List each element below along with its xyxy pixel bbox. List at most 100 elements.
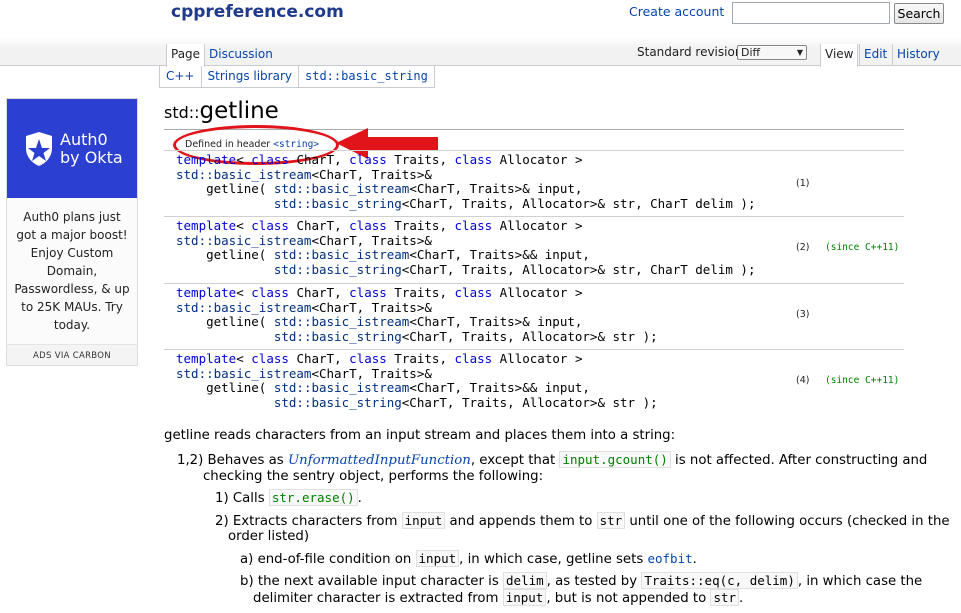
code-str: str xyxy=(596,512,626,529)
code-traits-eq: Traits::eq(c, delim) xyxy=(641,572,798,589)
breadcrumb-item-basic-string[interactable]: std::basic_string xyxy=(299,66,435,88)
tab-history[interactable]: History xyxy=(892,44,944,66)
standard-revision-label: Standard revision: xyxy=(637,45,747,59)
type-link[interactable]: std::basic_istream xyxy=(274,181,409,196)
keyword: template xyxy=(176,218,237,233)
declaration-2: template< class CharT, class Traits, cla… xyxy=(164,216,904,283)
breadcrumb-item-cpp[interactable]: C++ xyxy=(159,66,202,88)
tab-page[interactable]: Page xyxy=(166,44,206,67)
type-link[interactable]: std::basic_string xyxy=(274,262,402,277)
ad-footer[interactable]: ADS VIA CARBON xyxy=(7,344,137,365)
keyword: class xyxy=(349,218,387,233)
keyword: template xyxy=(176,285,237,300)
ad-brand-line2: by Okta xyxy=(60,148,123,167)
type-link[interactable]: std::basic_istream xyxy=(274,314,409,329)
keyword: class xyxy=(251,152,289,167)
title-name: getline xyxy=(199,98,279,124)
description-sb-line2: delimiter character is extracted from in… xyxy=(253,589,744,606)
ad-text[interactable]: Auth0 plans just got a major boost! Enjo… xyxy=(7,198,137,334)
type-link[interactable]: std::basic_istream xyxy=(176,233,311,248)
description-sa: a) end-of-file condition on input, in wh… xyxy=(240,550,697,567)
keyword: class xyxy=(251,351,289,366)
site-logo[interactable]: cppreference.com xyxy=(171,2,344,22)
code-text: CharT, xyxy=(288,152,350,167)
code-text: <CharT, Traits>&& input, xyxy=(409,247,590,263)
code-input: input xyxy=(401,512,446,529)
code-text: Allocator > xyxy=(492,218,583,233)
create-account-link[interactable]: Create account xyxy=(629,4,724,19)
tab-view[interactable]: View xyxy=(820,44,859,67)
tab-discussion[interactable]: Discussion xyxy=(204,44,277,66)
code-text: Allocator > xyxy=(492,152,583,167)
search-input[interactable] xyxy=(732,2,890,24)
breadcrumb: C++ Strings library std::basic_string xyxy=(159,66,435,88)
overload-number: (1) xyxy=(796,178,810,189)
keyword: class xyxy=(251,218,289,233)
declaration-4: template< class CharT, class Traits, cla… xyxy=(164,349,904,415)
type-link[interactable]: std::basic_istream xyxy=(176,167,311,182)
keyword: template xyxy=(176,152,237,167)
code-text: CharT, xyxy=(288,218,350,233)
since-badge: (since C++11) xyxy=(825,242,900,253)
code-text: Allocator > xyxy=(492,285,583,300)
chevron-down-icon: ▼ xyxy=(796,48,803,57)
code-text: <CharT, Traits, Allocator>& str ); xyxy=(401,328,658,344)
title-namespace: std:: xyxy=(164,103,200,122)
keyword: class xyxy=(349,285,387,300)
code-text: Traits, xyxy=(386,152,455,167)
overload-number: (3) xyxy=(796,309,810,320)
code-text: CharT, xyxy=(288,285,350,300)
keyword: class xyxy=(454,285,493,300)
code-input: input xyxy=(502,589,547,606)
keyword: class xyxy=(454,218,493,233)
code-text: < xyxy=(236,152,252,167)
code-text: <CharT, Traits>&& input, xyxy=(409,380,590,396)
eofbit-link[interactable]: eofbit xyxy=(647,551,692,566)
ad-banner[interactable]: Auth0 by Okta xyxy=(7,99,137,198)
standard-revision-select[interactable]: Diff ▼ xyxy=(737,45,807,60)
sidebar-ad[interactable]: Auth0 by Okta Auth0 plans just got a maj… xyxy=(6,98,138,366)
code-text: < xyxy=(236,351,252,366)
code-text: <CharT, Traits>& xyxy=(311,166,432,182)
description-s1: 1) Calls str.erase(). xyxy=(215,489,362,506)
description-intro: getline reads characters from an input s… xyxy=(164,428,676,443)
code-delim: delim xyxy=(503,572,547,589)
type-link[interactable]: std::basic_istream xyxy=(274,380,409,395)
code-text: <CharT, Traits>& xyxy=(311,232,432,248)
type-link[interactable]: std::basic_string xyxy=(274,196,402,211)
overload-number: (4) xyxy=(796,375,810,386)
code-text: Traits, xyxy=(386,285,455,300)
keyword: class xyxy=(251,285,289,300)
ad-brand: Auth0 by Okta xyxy=(60,131,123,167)
description-sb-line1: b) the next available input character is… xyxy=(240,572,923,589)
search-button[interactable]: Search xyxy=(894,3,944,24)
type-link[interactable]: std::basic_istream xyxy=(274,247,409,262)
code-str-erase: str.erase() xyxy=(268,489,358,506)
type-link[interactable]: std::basic_string xyxy=(274,395,402,410)
standard-revision-value: Diff xyxy=(741,46,761,59)
keyword: class xyxy=(349,152,387,167)
type-link[interactable]: std::basic_istream xyxy=(176,366,311,381)
breadcrumb-item-strings-library[interactable]: Strings library xyxy=(201,66,299,88)
description-p1-line2: checking the sentry object, performs the… xyxy=(203,469,544,484)
declaration-1: template< class CharT, class Traits, cla… xyxy=(164,150,904,216)
code-text: <CharT, Traits, Allocator>& str ); xyxy=(401,394,658,410)
code-text: <CharT, Traits>& xyxy=(311,299,432,315)
code-text: < xyxy=(236,218,252,233)
code-text: getline( xyxy=(176,314,274,330)
code-text: <CharT, Traits, Allocator>& str, CharT d… xyxy=(401,261,756,277)
code-text: <CharT, Traits>& xyxy=(311,365,432,381)
type-link[interactable]: std::basic_string xyxy=(274,329,402,344)
code-text: CharT, xyxy=(288,351,350,366)
code-text: getline( xyxy=(176,247,274,263)
code-text: getline( xyxy=(176,380,274,396)
tab-edit[interactable]: Edit xyxy=(859,44,891,66)
type-link[interactable]: std::basic_istream xyxy=(176,300,311,315)
description-s2-line1: 2) Extracts characters from input and ap… xyxy=(215,512,950,529)
code-text: < xyxy=(236,285,252,300)
unformatted-input-function-link[interactable]: UnformattedInputFunction xyxy=(288,453,471,468)
code-text: getline( xyxy=(176,181,274,197)
